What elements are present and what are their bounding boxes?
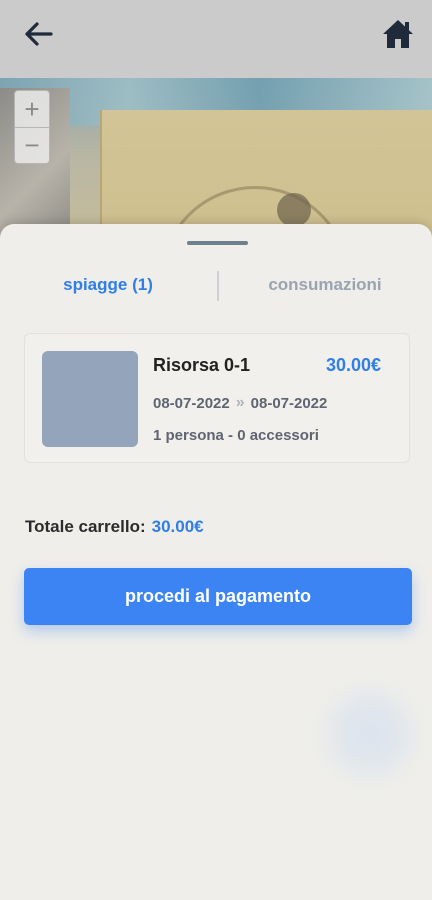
- zoom-control: + −: [14, 90, 50, 164]
- background-blur: [330, 694, 410, 774]
- cart-sheet: spiagge (1) consumazioni Risorsa 0-1 30.…: [0, 224, 432, 900]
- zoom-out-button[interactable]: −: [15, 127, 49, 163]
- back-button[interactable]: [22, 18, 56, 50]
- total-label: Totale carrello:: [25, 517, 146, 536]
- top-bar: [0, 0, 432, 78]
- tab-spiagge[interactable]: spiagge (1): [0, 268, 216, 302]
- date-to: 08-07-2022: [250, 394, 328, 412]
- cart-total: Totale carrello: 30.00€: [25, 517, 204, 537]
- map-marker: [277, 193, 311, 227]
- date-range: 08-07-2022 » 08-07-2022: [153, 394, 327, 412]
- resource-price: 30.00€: [325, 355, 381, 375]
- arrow-left-icon: [25, 22, 53, 46]
- tab-consumazioni[interactable]: consumazioni: [218, 268, 432, 302]
- cart-item-card[interactable]: Risorsa 0-1 30.00€ 08-07-2022 » 08-07-20…: [24, 333, 410, 463]
- cart-tabs: spiagge (1) consumazioni: [0, 268, 432, 302]
- date-from: 08-07-2022: [153, 394, 230, 412]
- home-icon: [383, 20, 413, 48]
- proceed-to-payment-button[interactable]: procedi al pagamento: [24, 568, 412, 625]
- drag-handle[interactable]: [187, 241, 248, 245]
- home-button[interactable]: [380, 16, 416, 52]
- item-details: 1 persona - 0 accessori: [153, 427, 319, 444]
- double-chevron-right-icon: »: [235, 394, 245, 411]
- resource-thumbnail: [42, 351, 138, 447]
- total-amount: 30.00€: [151, 517, 204, 536]
- resource-name: Risorsa 0-1: [153, 355, 251, 375]
- zoom-in-button[interactable]: +: [15, 91, 49, 127]
